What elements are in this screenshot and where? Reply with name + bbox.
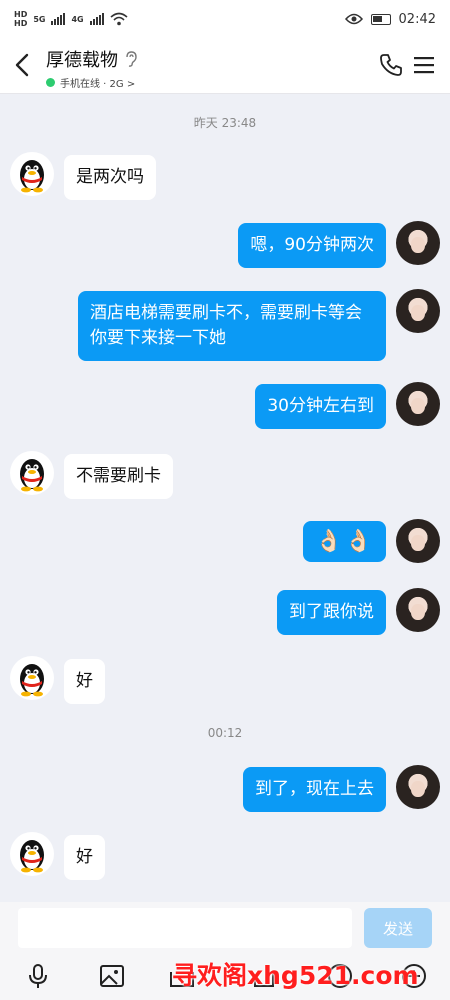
contact-avatar[interactable] <box>10 832 54 876</box>
contact-avatar[interactable] <box>10 152 54 196</box>
self-avatar[interactable] <box>396 382 440 426</box>
self-avatar[interactable] <box>396 588 440 632</box>
eye-icon <box>344 13 363 25</box>
self-avatar[interactable] <box>396 221 440 265</box>
watermark: 寻欢阁xhg521.com <box>172 961 419 990</box>
message-bubble-outgoing[interactable]: 30分钟左右到 <box>255 384 386 429</box>
status-bar: HD HD 5G 4G 02:42 <box>0 0 450 38</box>
timestamp: 昨天 23:48 <box>193 116 257 130</box>
message-bubble-outgoing[interactable]: 嗯，90分钟两次 <box>238 223 386 268</box>
sim2-label: HD <box>14 19 28 28</box>
message-input[interactable] <box>18 908 352 948</box>
input-bar: 发送 <box>0 902 450 954</box>
self-avatar[interactable] <box>396 765 440 809</box>
message-bubble-outgoing[interactable]: 到了跟你说 <box>277 590 386 635</box>
sim-indicators: HD HD <box>14 10 27 28</box>
image-icon[interactable] <box>98 962 126 990</box>
timestamp: 00:12 <box>207 726 243 740</box>
status-bar-left: HD HD 5G 4G <box>14 10 128 28</box>
penguin-icon <box>20 160 44 193</box>
online-dot-icon <box>46 78 55 87</box>
penguin-icon <box>20 840 44 873</box>
wifi-icon <box>110 12 128 26</box>
contact-info[interactable]: 厚德载物 手机在线 · 2G > <box>46 46 138 90</box>
message-bubble-incoming[interactable]: 是两次吗 <box>64 155 156 200</box>
menu-icon[interactable] <box>414 54 434 76</box>
self-avatar[interactable] <box>396 289 440 333</box>
ear-icon[interactable] <box>124 51 138 67</box>
message-bubble-outgoing[interactable]: 到了，现在上去 <box>243 767 386 812</box>
message-bubble-outgoing[interactable]: 👌🏻👌🏻 <box>303 521 386 562</box>
signal1-icon <box>51 13 66 25</box>
network2-label: 4G <box>71 14 84 24</box>
self-avatar[interactable] <box>396 519 440 563</box>
microphone-icon[interactable] <box>24 962 52 990</box>
penguin-icon <box>20 459 44 492</box>
phone-icon[interactable] <box>378 52 404 78</box>
online-status: 手机在线 · 2G > <box>60 79 136 90</box>
back-icon[interactable] <box>10 51 36 79</box>
message-bubble-incoming[interactable]: 不需要刷卡 <box>64 454 173 499</box>
signal2-icon <box>89 13 104 25</box>
contact-name: 厚德载物 <box>46 50 118 71</box>
contact-avatar[interactable] <box>10 451 54 495</box>
penguin-icon <box>20 664 44 697</box>
message-bubble-incoming[interactable]: 好 <box>64 659 105 704</box>
sim1-label: HD <box>14 10 28 19</box>
chat-header: 厚德载物 手机在线 · 2G > <box>0 38 450 94</box>
status-bar-right: 02:42 <box>344 11 436 27</box>
contact-avatar[interactable] <box>10 656 54 700</box>
message-bubble-outgoing[interactable]: 酒店电梯需要刷卡不，需要刷卡等会你要下来接一下她 <box>78 291 386 361</box>
battery-icon <box>370 13 391 25</box>
clock: 02:42 <box>398 11 436 27</box>
network1-label: 5G <box>33 14 46 24</box>
send-button[interactable]: 发送 <box>364 908 432 948</box>
message-bubble-incoming[interactable]: 好 <box>64 835 105 880</box>
